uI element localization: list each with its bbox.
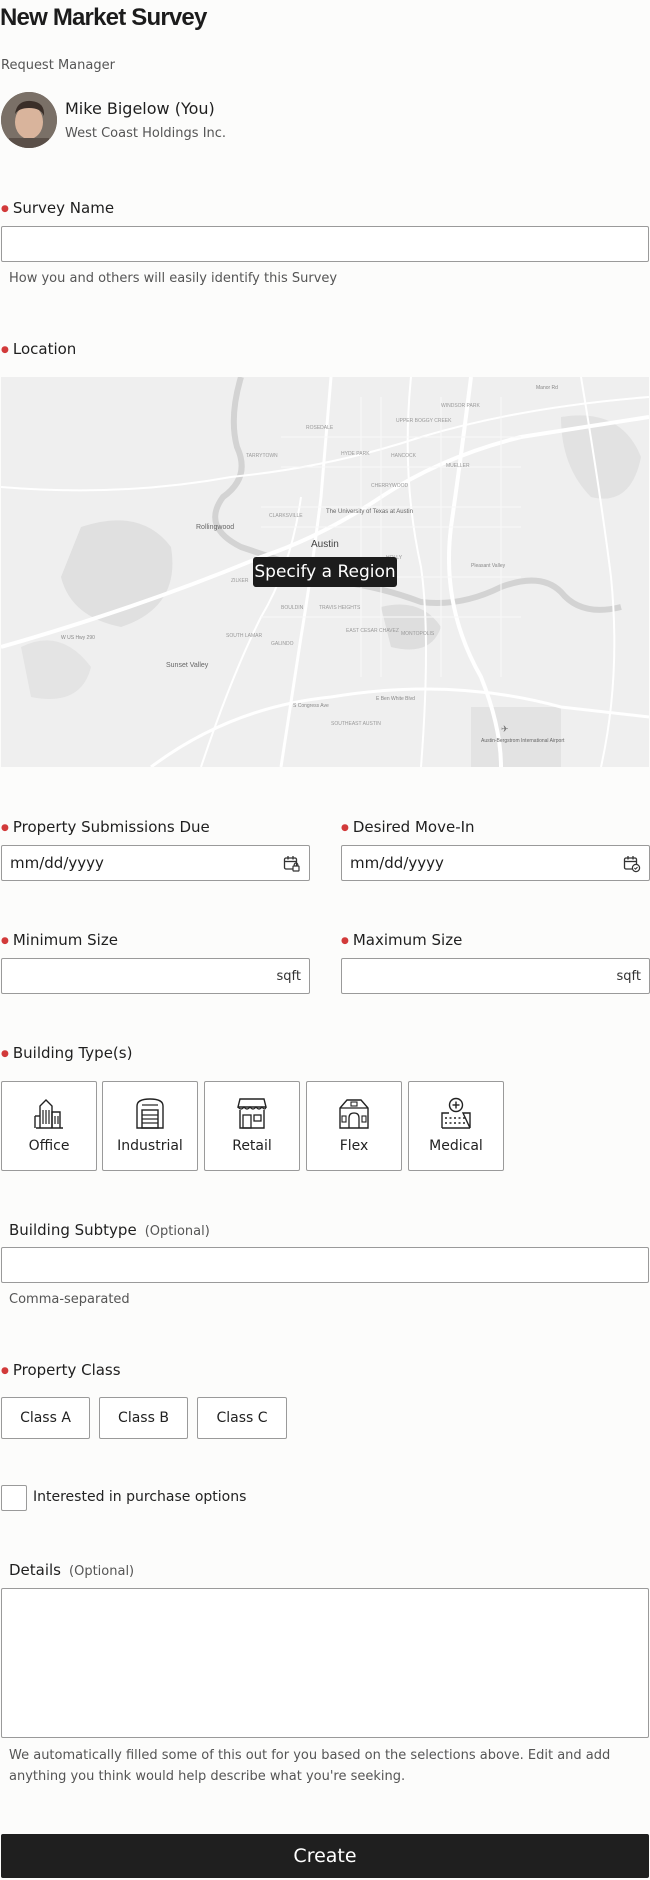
warehouse-icon <box>136 1098 164 1129</box>
create-button[interactable]: Create <box>1 1834 649 1878</box>
svg-text:ROSEDALE: ROSEDALE <box>306 425 334 431</box>
details-help: We automatically filled some of this out… <box>9 1748 611 1784</box>
svg-text:CHERRYWOOD: CHERRYWOOD <box>371 483 409 489</box>
calendar-check-icon[interactable] <box>623 855 641 873</box>
min-size-input[interactable]: sqft <box>1 958 310 994</box>
manager-company: West Coast Holdings Inc. <box>65 126 227 141</box>
class-c-option[interactable]: Class C <box>197 1397 287 1439</box>
class-a-option[interactable]: Class A <box>1 1397 90 1439</box>
min-size-label: ● Minimum Size <box>1 931 118 949</box>
submissions-due-input[interactable]: mm/dd/yyyy <box>1 845 310 881</box>
svg-text:HYDE PARK: HYDE PARK <box>341 451 370 457</box>
optional-tag: (Optional) <box>144 1224 210 1239</box>
unit-label: sqft <box>276 969 301 984</box>
svg-text:The University of Texas at Aus: The University of Texas at Austin <box>326 509 413 515</box>
avatar <box>1 92 57 148</box>
manager-name: Mike Bigelow (You) <box>65 99 215 118</box>
purchase-options-checkbox[interactable] <box>1 1485 27 1511</box>
max-size-input[interactable]: sqft <box>341 958 650 994</box>
svg-text:TARRYTOWN: TARRYTOWN <box>246 453 278 459</box>
location-label: ● Location <box>1 340 77 358</box>
svg-text:ZILKER: ZILKER <box>231 578 249 584</box>
move-in-input[interactable]: mm/dd/yyyy <box>341 845 650 881</box>
svg-text:SOUTHEAST AUSTIN: SOUTHEAST AUSTIN <box>331 721 381 727</box>
building-type-label: Industrial <box>117 1138 183 1154</box>
building-type-label: Retail <box>232 1138 272 1154</box>
details-label: Details (Optional) <box>9 1561 135 1579</box>
required-marker: ● <box>341 823 349 833</box>
building-type-retail[interactable]: Retail <box>204 1081 300 1171</box>
svg-text:WINDSOR PARK: WINDSOR PARK <box>441 403 480 409</box>
svg-text:S Congress Ave: S Congress Ave <box>293 703 329 709</box>
storefront-icon <box>237 1098 267 1129</box>
airport-icon: ✈ <box>501 725 509 735</box>
required-marker: ● <box>1 936 9 946</box>
svg-text:Austin-Bergstrom International: Austin-Bergstrom International Airport <box>481 738 565 744</box>
medical-building-icon <box>441 1097 471 1129</box>
svg-text:E Ben White Blvd: E Ben White Blvd <box>376 696 415 702</box>
subtype-label: Building Subtype (Optional) <box>9 1221 210 1239</box>
building-type-label: Medical <box>429 1138 483 1154</box>
required-marker: ● <box>1 823 9 833</box>
building-type-office[interactable]: Office <box>1 1081 97 1171</box>
subtype-input[interactable] <box>1 1247 649 1283</box>
max-size-label: ● Maximum Size <box>341 931 463 949</box>
map-label-austin: Austin <box>311 539 339 550</box>
svg-text:MUELLER: MUELLER <box>446 463 470 469</box>
svg-text:Manor Rd: Manor Rd <box>536 385 558 391</box>
svg-text:Pleasant Valley: Pleasant Valley <box>471 563 506 569</box>
submissions-due-label: ● Property Submissions Due <box>1 818 210 836</box>
svg-text:CLARKSVILLE: CLARKSVILLE <box>269 513 303 519</box>
required-marker: ● <box>1 345 9 355</box>
building-type-flex[interactable]: Flex <box>306 1081 402 1171</box>
building-type-medical[interactable]: Medical <box>408 1081 504 1171</box>
details-textarea[interactable] <box>1 1588 649 1738</box>
property-class-label: ● Property Class <box>1 1361 121 1379</box>
date-placeholder: mm/dd/yyyy <box>10 854 104 872</box>
survey-name-help: How you and others will easily identify … <box>9 271 338 286</box>
class-b-option[interactable]: Class B <box>99 1397 188 1439</box>
svg-text:Sunset Valley: Sunset Valley <box>166 662 209 669</box>
page-title: New Market Survey <box>0 4 207 31</box>
required-marker: ● <box>1 1366 9 1376</box>
survey-name-label: ● Survey Name <box>1 199 115 217</box>
subtype-help: Comma-separated <box>9 1292 130 1307</box>
svg-text:BOULDIN: BOULDIN <box>281 605 304 611</box>
request-manager-heading: Request Manager <box>1 58 115 73</box>
building-type-industrial[interactable]: Industrial <box>102 1081 198 1171</box>
svg-text:SOUTH LAMAR: SOUTH LAMAR <box>226 633 263 639</box>
svg-text:HANCOCK: HANCOCK <box>391 453 417 459</box>
svg-text:W US Hwy 290: W US Hwy 290 <box>61 635 95 641</box>
optional-tag: (Optional) <box>69 1564 135 1579</box>
location-map[interactable]: Austin The University of Texas at Austin… <box>1 377 649 767</box>
specify-region-button[interactable]: Specify a Region <box>253 557 397 587</box>
purchase-options-label: Interested in purchase options <box>33 1489 247 1505</box>
required-marker: ● <box>1 204 9 214</box>
svg-text:EAST CESAR CHAVEZ: EAST CESAR CHAVEZ <box>346 628 399 634</box>
svg-text:TRAVIS HEIGHTS: TRAVIS HEIGHTS <box>319 605 361 611</box>
svg-text:GALINDO: GALINDO <box>271 641 294 647</box>
building-types-label: ● Building Type(s) <box>1 1044 133 1062</box>
move-in-label: ● Desired Move-In <box>341 818 475 836</box>
building-type-label: Office <box>28 1138 70 1154</box>
required-marker: ● <box>341 936 349 946</box>
flex-building-icon <box>339 1099 369 1129</box>
svg-text:UPPER BOGGY CREEK: UPPER BOGGY CREEK <box>396 418 452 424</box>
office-building-icon <box>34 1099 63 1129</box>
date-placeholder: mm/dd/yyyy <box>350 854 444 872</box>
building-type-label: Flex <box>339 1138 369 1154</box>
unit-label: sqft <box>616 969 641 984</box>
calendar-lock-icon[interactable] <box>283 855 301 873</box>
svg-text:MONTOPOLIS: MONTOPOLIS <box>401 631 435 637</box>
required-marker: ● <box>1 1049 9 1059</box>
svg-text:Rollingwood: Rollingwood <box>196 524 234 531</box>
survey-name-input[interactable] <box>1 226 649 262</box>
